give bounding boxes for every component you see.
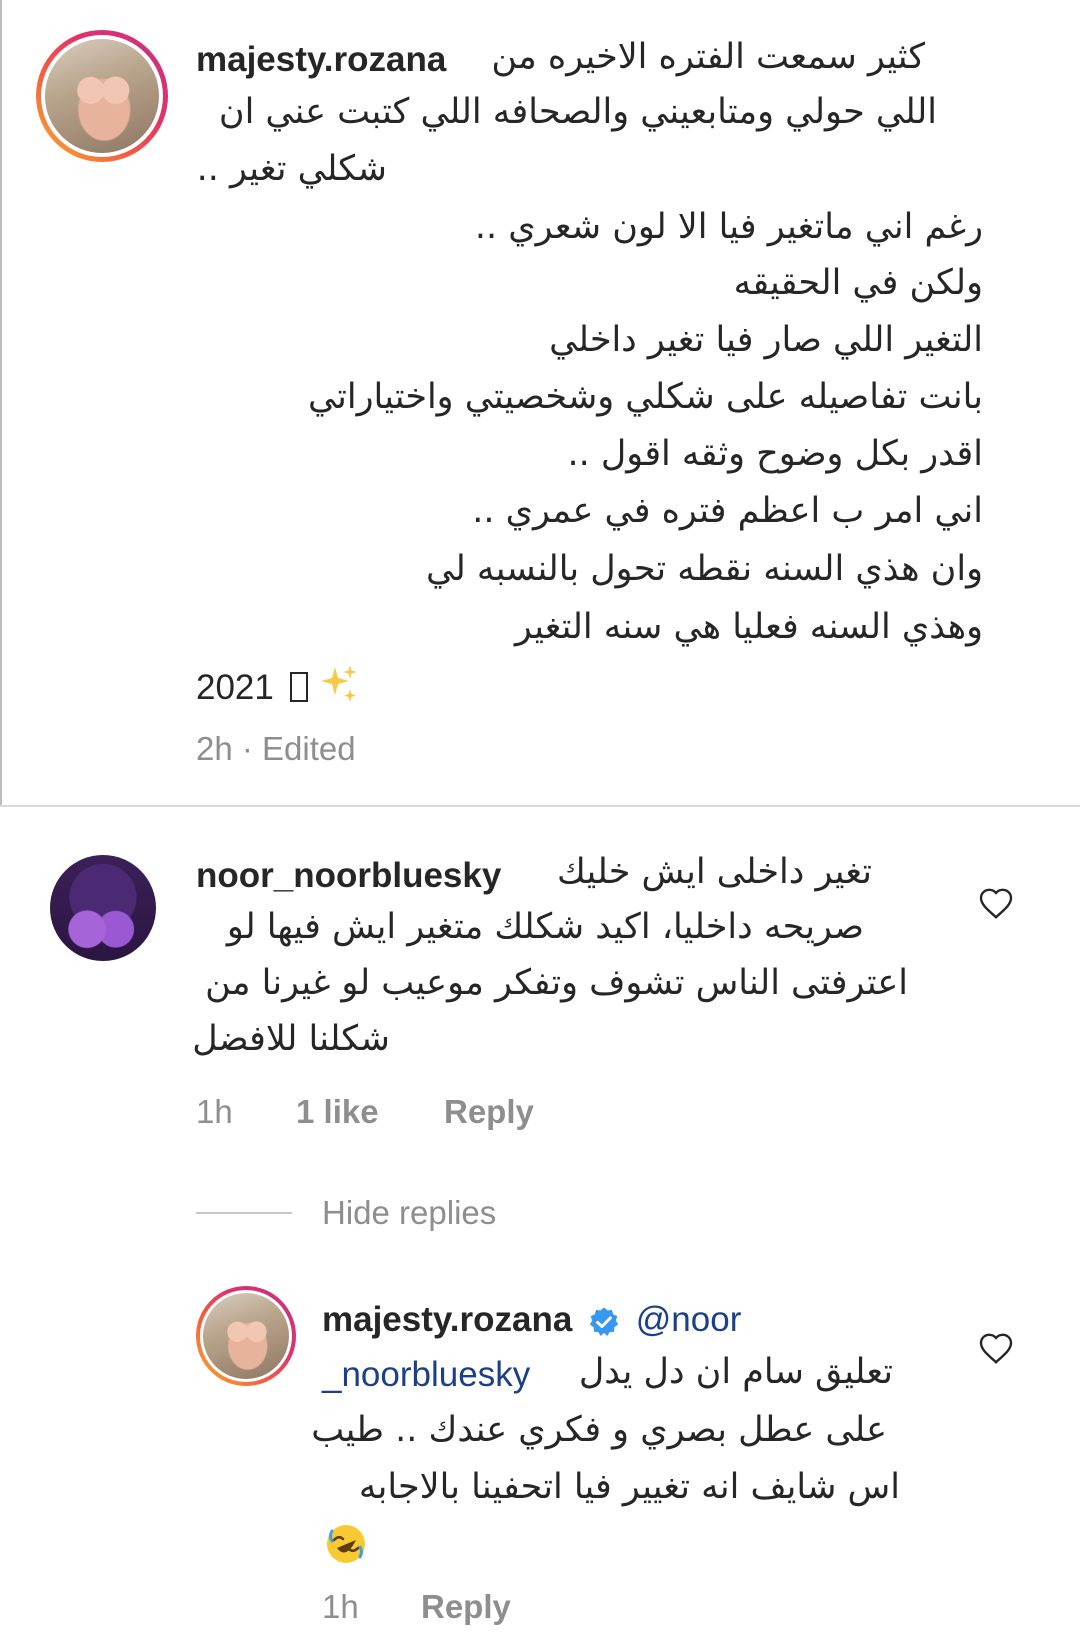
reply-1-mention-part2[interactable]: _noorbluesky <box>322 1357 530 1392</box>
comment-1-line-1: اللي حولي ومتابعيني والصحافه اللي كتبت ع… <box>218 92 937 132</box>
comment-1-line-10: وهذي السنه فعليا هي سنه التغير <box>514 607 983 647</box>
comment-1-year-line: 2021 <box>196 663 359 705</box>
comment-1-line-9: وان هذي السنه نقطه تحول بالنسبه لي <box>425 549 983 589</box>
comment-1-username[interactable]: majesty.rozana <box>196 42 446 77</box>
comment-1-line-4: ولكن في الحقيقه <box>733 263 983 303</box>
avatar-majesty-rozana[interactable] <box>36 30 168 162</box>
comment-2-reply-button[interactable]: Reply <box>444 1093 534 1131</box>
hide-replies-button[interactable]: Hide replies <box>322 1194 496 1232</box>
avatar-noor-noorbluesky[interactable] <box>50 855 156 961</box>
comment-1-line-8: اني امر ب اعظم فتره في عمري .. <box>472 491 983 531</box>
year-text: 2021 <box>196 668 274 707</box>
comment-2-likes[interactable]: 1 like <box>296 1093 379 1131</box>
comment-2-line-1: صريحه داخليا، اكيد شكلك متغير ايش فيها ل… <box>226 907 864 947</box>
profile-photo <box>45 39 159 153</box>
comment-2-line-0: تغير داخلى ايش خليك <box>557 852 872 892</box>
comment-1-line-5: التغير اللي صار فيا تغير داخلي <box>549 320 983 360</box>
reply-1-header: majesty.rozana @noor <box>322 1302 741 1338</box>
reply-1-username[interactable]: majesty.rozana <box>322 1300 572 1339</box>
comment-1-line-2: شكلي تغير .. <box>196 149 387 189</box>
verified-badge-icon <box>589 1307 619 1336</box>
reply-1-line-1: على عطل بصري و فكري عندك .. طيب <box>311 1410 887 1450</box>
comment-2-username[interactable]: noor_noorbluesky <box>196 858 501 893</box>
reply-1-time: 1h <box>322 1588 359 1625</box>
reply-1-mention-part1[interactable]: @noor <box>636 1300 742 1339</box>
rolling-laughing-emoji-icon <box>327 1525 365 1563</box>
reply-1-reply-button[interactable]: Reply <box>421 1588 511 1626</box>
comment-1-line-6: بانت تفاصيله على شكلي وشخصيتي واختياراتي <box>308 377 983 417</box>
comment-divider <box>0 805 1080 807</box>
reply-like-heart-icon[interactable] <box>978 1331 1014 1365</box>
comment-1-line-0: كثير سمعت الفتره الاخيره من <box>491 37 925 77</box>
comment-1-line-7: اقدر بكل وضوح وثقه اقول .. <box>567 434 983 474</box>
comment-1-line-3: رغم اني ماتغير فيا الا لون شعري .. <box>474 207 983 247</box>
avatar-majesty-rozana-reply[interactable] <box>196 1286 296 1386</box>
comment-2-line-3: شكلنا للافضل <box>192 1019 390 1059</box>
reply-1-line-2: اس شايف انه تغيير فيا اتحفينا بالاجابه <box>358 1467 900 1507</box>
hide-replies-line <box>196 1212 292 1214</box>
left-frame-edge <box>0 0 2 805</box>
like-heart-icon[interactable] <box>978 886 1014 920</box>
reply-1-line-0: تعليق سام ان دل يدل <box>578 1352 893 1392</box>
comment-1-meta: 2h · Edited <box>196 730 356 767</box>
unknown-glyph-icon <box>289 672 308 702</box>
sparkles-icon <box>321 665 358 702</box>
comment-2-line-2: اعترفتى الناس تشوف وتفكر موعيب لو غيرنا … <box>205 963 908 1003</box>
comment-2-time: 1h <box>196 1093 233 1130</box>
profile-photo-small <box>203 1293 289 1379</box>
